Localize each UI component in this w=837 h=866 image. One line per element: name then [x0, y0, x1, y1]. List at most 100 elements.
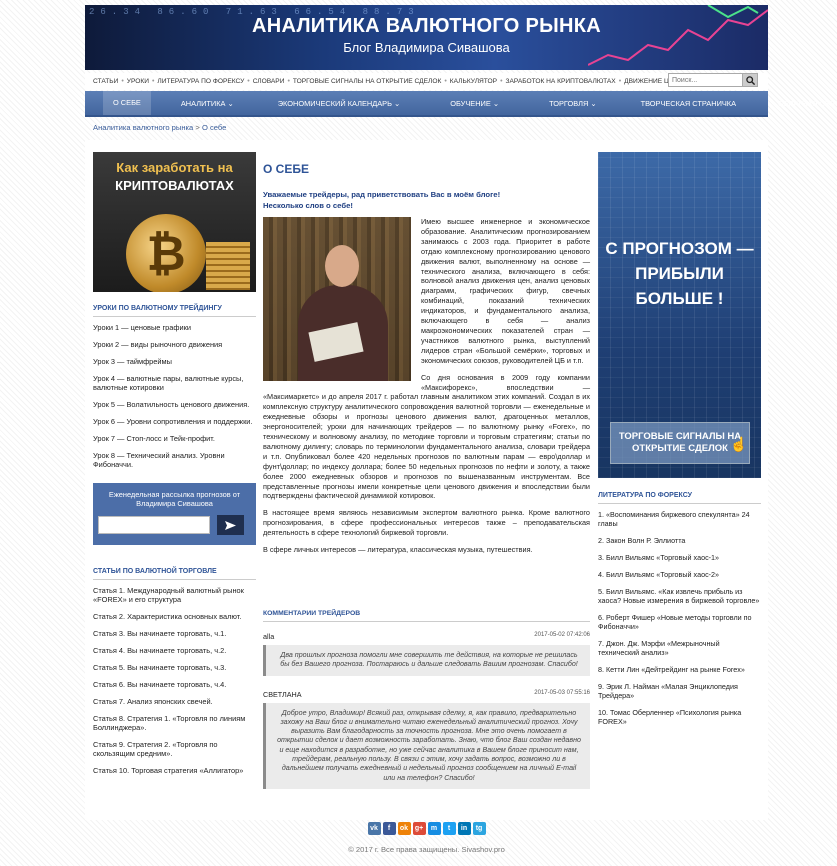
greeting-line1: Уважаемые трейдеры, рад приветствовать В… [263, 190, 501, 199]
forecast-slogan: С ПРОГНОЗОМ — ПРИБЫЛИ БОЛЬШЕ ! [598, 236, 761, 311]
breadcrumb-current: О себе [201, 123, 227, 132]
topnav-link-articles[interactable]: СТАТЬИ [93, 78, 118, 85]
forecast-ad-banner[interactable]: С ПРОГНОЗОМ — ПРИБЫЛИ БОЛЬШЕ ! ТОРГОВЫЕ … [598, 152, 761, 478]
lesson-link[interactable]: Урок 7 — Стоп-лосс и Тейк-профит. [93, 434, 256, 443]
site-title[interactable]: АНАЛИТИКА ВАЛЮТНОГО РЫНКА [85, 15, 768, 38]
lesson-link[interactable]: Уроки 2 — виды рыночного движения [93, 340, 256, 349]
literature-link[interactable]: 8. Кетти Лин «Дейтрейдинг на рынке Forex… [598, 665, 761, 674]
bio-paragraph-2: Со дня основания в 2009 году компании «М… [263, 372, 590, 501]
article-link[interactable]: Статья 10. Торговая стратегия «Аллигатор… [93, 766, 256, 775]
search-icon [745, 75, 755, 85]
topnav-link-lessons[interactable]: УРОКИ [127, 78, 149, 85]
literature-link[interactable]: 7. Джон. Дж. Мэрфи «Межрыночный техничес… [598, 639, 761, 657]
twitter-icon[interactable]: t [442, 822, 456, 835]
article-link[interactable]: Статья 1. Международный валютный рынок «… [93, 586, 256, 604]
search-button[interactable] [743, 73, 758, 87]
right-sidebar: С ПРОГНОЗОМ — ПРИБЫЛИ БОЛЬШЕ ! ТОРГОВЫЕ … [598, 152, 761, 734]
lesson-link[interactable]: Урок 8 — Технический анализ. Уровни Фибо… [93, 451, 256, 469]
literature-link[interactable]: 2. Закон Волн Р. Эллиотта [598, 536, 761, 545]
nav-trading[interactable]: ТОРГОВЛЯ ⌄ [549, 99, 597, 108]
crypto-ad-banner[interactable]: Как заработать на КРИПТОВАЛЮТАХ ₿ [93, 152, 256, 292]
articles-title: СТАТЬИ ПО ВАЛЮТНОЙ ТОРГОВЛЕ [93, 568, 256, 580]
comments-section: КОММЕНТАРИИ ТРЕЙДЕРОВ alla 2017-05-02 07:… [263, 610, 590, 789]
send-arrow-icon [225, 520, 236, 530]
breadcrumb: Аналитика валютного рынка > О себе [93, 123, 226, 132]
article-link[interactable]: Статья 7. Анализ японских свечей. [93, 697, 256, 706]
article-link[interactable]: Статья 5. Вы начинаете торговать, ч.3. [93, 663, 256, 672]
topnav-link-crypto[interactable]: ЗАРАБОТОК НА КРИПТОВАЛЮТАХ [506, 78, 616, 85]
literature-link[interactable]: 10. Томас Оберленнер «Психология рынка F… [598, 708, 761, 726]
hand-cursor-icon: ☝ [730, 436, 748, 452]
greeting-line2: Несколько слов о себе! [263, 201, 353, 210]
email-field[interactable] [98, 516, 210, 534]
site-subtitle: Блог Владимира Сивашова [343, 40, 510, 55]
literature-link[interactable]: 3. Билл Вильямс «Торговый хаос-1» [598, 553, 761, 562]
literature-title: ЛИТЕРАТУРА ПО ФОРЕКСУ [598, 492, 761, 504]
article-link[interactable]: Статья 8. Стратегия 1. «Торговля по лини… [93, 714, 256, 732]
left-sidebar: Как заработать на КРИПТОВАЛЮТАХ ₿ УРОКИ … [93, 152, 256, 783]
literature-link[interactable]: 9. Эрик Л. Найман «Малая Энциклопедия Тр… [598, 682, 761, 700]
lesson-link[interactable]: Уроки 1 — ценовые графики [93, 323, 256, 332]
comment: СВЕТЛАНА 2017-05-03 07:55:16 Доброе утро,… [263, 690, 590, 789]
lessons-title: УРОКИ ПО ВАЛЮТНОМУ ТРЕЙДИНГУ [93, 305, 256, 317]
literature-link[interactable]: 4. Билл Вильямс «Торговый хаос-2» [598, 570, 761, 579]
crypto-ad-line2: КРИПТОВАЛЮТАХ [115, 178, 234, 193]
linkedin-icon[interactable]: in [457, 822, 471, 835]
lesson-link[interactable]: Урок 3 — таймфреймы [93, 357, 256, 366]
nav-education-label: ОБУЧЕНИЕ [450, 98, 491, 108]
literature-link[interactable]: 5. Билл Вильямс. «Как извлечь прибыль из… [598, 587, 761, 605]
bitcoin-icon: ₿ [126, 214, 206, 292]
topnav-link-dictionaries[interactable]: СЛОВАРИ [253, 78, 285, 85]
article: О СЕБЕ Уважаемые трейдеры, рад приветств… [263, 152, 590, 555]
article-link[interactable]: Статья 9. Стратегия 2. «Торговля по скол… [93, 740, 256, 758]
newsletter-text: Еженедельная рассылка прогнозов от Влади… [108, 490, 241, 508]
article-link[interactable]: Статья 4. Вы начинаете торговать, ч.2. [93, 646, 256, 655]
nav-about[interactable]: О СЕБЕ [103, 91, 151, 115]
literature-link[interactable]: 6. Роберт Фишер «Новые методы торговли п… [598, 613, 761, 631]
vk-icon[interactable]: vk [367, 822, 381, 835]
search-input[interactable] [668, 73, 743, 87]
google-plus-icon[interactable]: g+ [412, 822, 426, 835]
nav-feedback[interactable]: ОБРАТНАЯ СВЯЗЬ [778, 99, 837, 108]
comments-title: КОММЕНТАРИИ ТРЕЙДЕРОВ [263, 610, 590, 622]
comment-date: 2017-05-03 07:55:16 [534, 689, 590, 696]
chevron-down-icon: ⌄ [492, 98, 500, 108]
lessons-list: Уроки 1 — ценовые графики Уроки 2 — виды… [93, 323, 256, 469]
subscribe-button[interactable] [217, 515, 244, 535]
lesson-link[interactable]: Урок 6 — Уровни сопротивления и поддержк… [93, 417, 256, 426]
chevron-down-icon: ⌄ [227, 98, 234, 108]
topnav-link-calculator[interactable]: КАЛЬКУЛЯТОР [450, 78, 497, 85]
crypto-ad-line1: Как заработать на [116, 160, 233, 175]
slogan-line3: БОЛЬШЕ ! [635, 289, 724, 308]
nav-education[interactable]: ОБУЧЕНИЕ ⌄ [450, 99, 499, 108]
comment: alla 2017-05-02 07:42:06 Два прошлых прог… [263, 632, 590, 676]
signals-button[interactable]: ТОРГОВЫЕ СИГНАЛЫ НА ОТКРЫТИЕ СДЕЛОК [610, 422, 750, 464]
article-link[interactable]: Статья 3. Вы начинаете торговать, ч.1. [93, 629, 256, 638]
nav-analytics[interactable]: АНАЛИТИКА ⌄ [181, 99, 234, 108]
comment-text: Два прошлых прогноза помогли мне соверши… [263, 645, 590, 676]
breadcrumb-home[interactable]: Аналитика валютного рынка [93, 123, 193, 132]
social-buttons: vk f ok g+ m t in tg [85, 822, 768, 835]
nav-creative-page[interactable]: ТВОРЧЕСКАЯ СТРАНИЧКА [641, 99, 736, 108]
topnav-link-literature[interactable]: ЛИТЕРАТУРА ПО ФОРЕКСУ [157, 78, 244, 85]
footer: vk f ok g+ m t in tg © 2017 г. Все права… [85, 822, 768, 866]
article-link[interactable]: Статья 2. Характеристика основных валют. [93, 612, 256, 621]
lesson-link[interactable]: Урок 5 — Волатильность ценового движения… [93, 400, 256, 409]
facebook-icon[interactable]: f [382, 822, 396, 835]
bio-paragraph-3: В настоящее время являюсь независимым эк… [263, 508, 590, 538]
nav-econ-calendar[interactable]: ЭКОНОМИЧЕСКИЙ КАЛЕНДАРЬ ⌄ [278, 99, 401, 108]
comment-author: alla [263, 632, 275, 641]
odnoklassniki-icon[interactable]: ok [397, 822, 411, 835]
topnav-link-signals[interactable]: ТОРГОВЫЕ СИГНАЛЫ НА ОТКРЫТИЕ СДЕЛОК [293, 78, 441, 85]
bio-paragraph-4: В сфере личных интересов — литература, к… [263, 545, 533, 555]
literature-link[interactable]: 1. «Воспоминания биржевого спекулянта» 2… [598, 510, 761, 528]
nav-econ-calendar-label: ЭКОНОМИЧЕСКИЙ КАЛЕНДАРЬ [277, 98, 392, 108]
mail-icon[interactable]: m [427, 822, 441, 835]
chevron-down-icon: ⌄ [394, 98, 401, 108]
nav-analytics-label: АНАЛИТИКА [180, 98, 226, 108]
main-navigation: О СЕБЕ АНАЛИТИКА ⌄ ЭКОНОМИЧЕСКИЙ КАЛЕНДА… [85, 91, 837, 117]
article-link[interactable]: Статья 6. Вы начинаете торговать, ч.4. [93, 680, 256, 689]
telegram-icon[interactable]: tg [472, 822, 486, 835]
lesson-link[interactable]: Урок 4 — валютные пары, валютные курсы, … [93, 374, 256, 392]
slogan-line2: ПРИБЫЛИ [635, 264, 724, 283]
